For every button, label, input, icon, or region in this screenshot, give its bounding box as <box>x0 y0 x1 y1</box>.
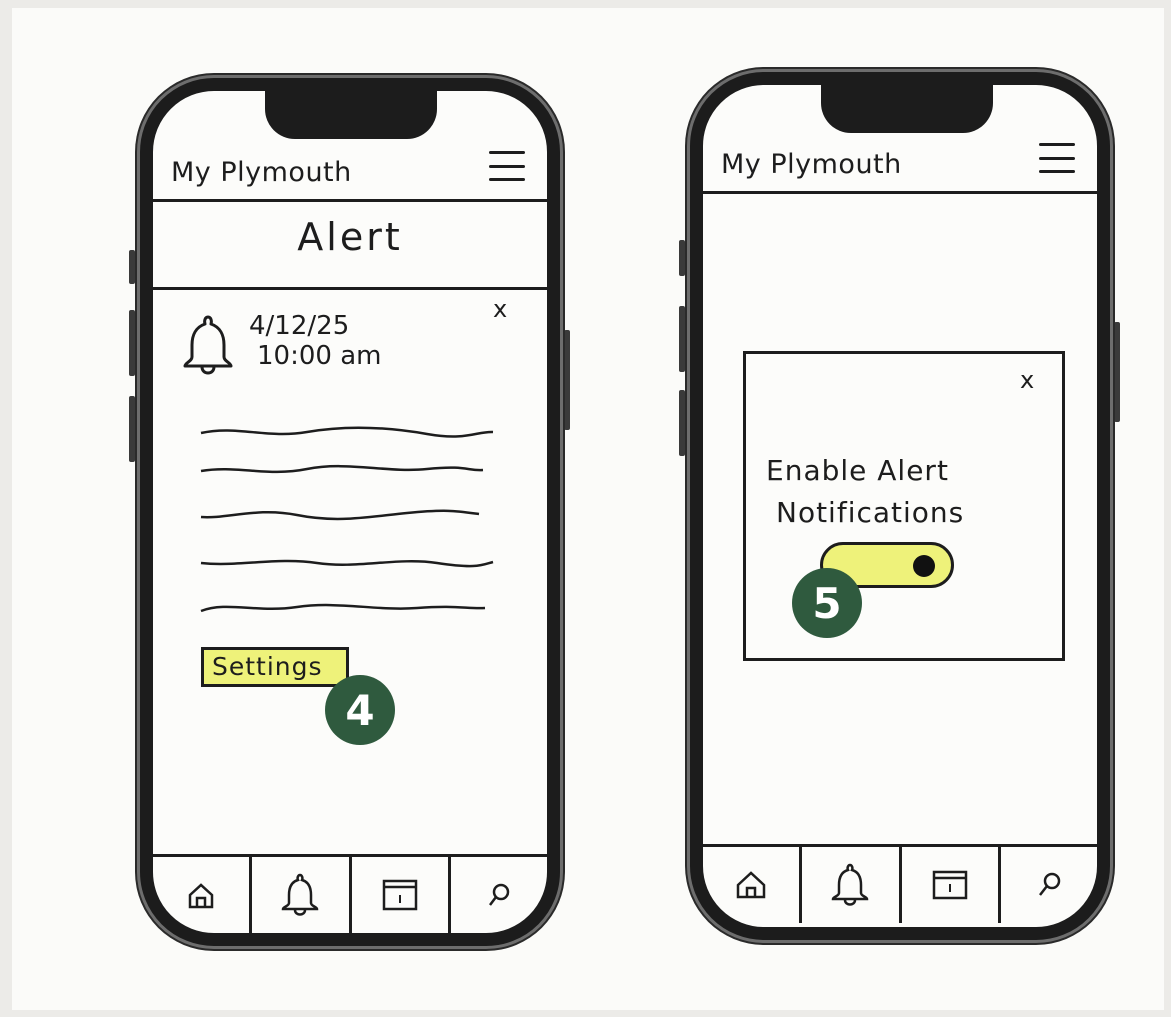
tab-calendar[interactable] <box>352 857 451 933</box>
alert-date: 4/12/25 <box>249 311 350 341</box>
close-icon[interactable]: x <box>1020 368 1034 392</box>
title-divider <box>153 287 547 290</box>
phone-alert-screen: My Plymouth Alert x 4/12/25 10:00 am Set… <box>140 78 560 946</box>
hamburger-menu-icon[interactable] <box>1039 143 1075 173</box>
tab-search[interactable] <box>1001 847 1097 923</box>
alert-time: 10:00 am <box>257 341 382 371</box>
settings-button[interactable]: Settings <box>201 647 349 687</box>
phone-side-button <box>564 330 570 430</box>
phone-side-button <box>129 396 135 462</box>
phone-notification-screen: My Plymouth x Enable Alert Notifications… <box>690 72 1110 940</box>
header-divider <box>703 191 1097 194</box>
bell-icon <box>282 873 319 916</box>
phone-notch <box>821 85 993 133</box>
toggle-knob <box>913 555 935 577</box>
search-icon <box>1038 872 1061 896</box>
bell-icon <box>179 311 237 385</box>
app-title: My Plymouth <box>721 149 902 180</box>
home-icon <box>736 871 766 899</box>
phone-side-button <box>1114 322 1120 422</box>
step-badge: 4 <box>325 675 395 745</box>
header-divider <box>153 199 547 202</box>
bottom-tab-bar <box>703 844 1097 923</box>
app-title: My Plymouth <box>171 157 352 188</box>
phone-side-button <box>679 240 685 276</box>
calendar-icon <box>932 870 967 900</box>
bell-icon <box>832 863 869 906</box>
phone-notch <box>265 91 437 139</box>
close-icon[interactable]: x <box>493 297 507 321</box>
home-icon <box>188 883 214 909</box>
enable-notifications-modal: x Enable Alert Notifications 5 <box>743 351 1065 661</box>
tab-search[interactable] <box>451 857 547 933</box>
tab-alerts[interactable] <box>252 857 352 933</box>
calendar-icon <box>382 879 417 911</box>
modal-message: Enable Alert Notifications <box>766 450 964 534</box>
phone-side-button <box>129 250 135 284</box>
search-icon <box>488 883 510 906</box>
tab-calendar[interactable] <box>902 847 1001 923</box>
hamburger-menu-icon[interactable] <box>489 151 525 181</box>
tab-alerts[interactable] <box>802 847 902 923</box>
bottom-tab-bar <box>153 854 547 933</box>
phone-side-button <box>679 306 685 372</box>
alert-timestamp: 4/12/25 10:00 am <box>249 311 381 371</box>
modal-message-line1: Enable Alert <box>766 454 949 487</box>
phone-side-button <box>679 390 685 456</box>
modal-message-line2: Notifications <box>776 496 965 529</box>
phone-side-button <box>129 310 135 376</box>
tab-home[interactable] <box>703 847 803 923</box>
tab-home[interactable] <box>153 857 253 933</box>
step-badge: 5 <box>792 568 862 638</box>
page-title: Alert <box>297 215 403 259</box>
